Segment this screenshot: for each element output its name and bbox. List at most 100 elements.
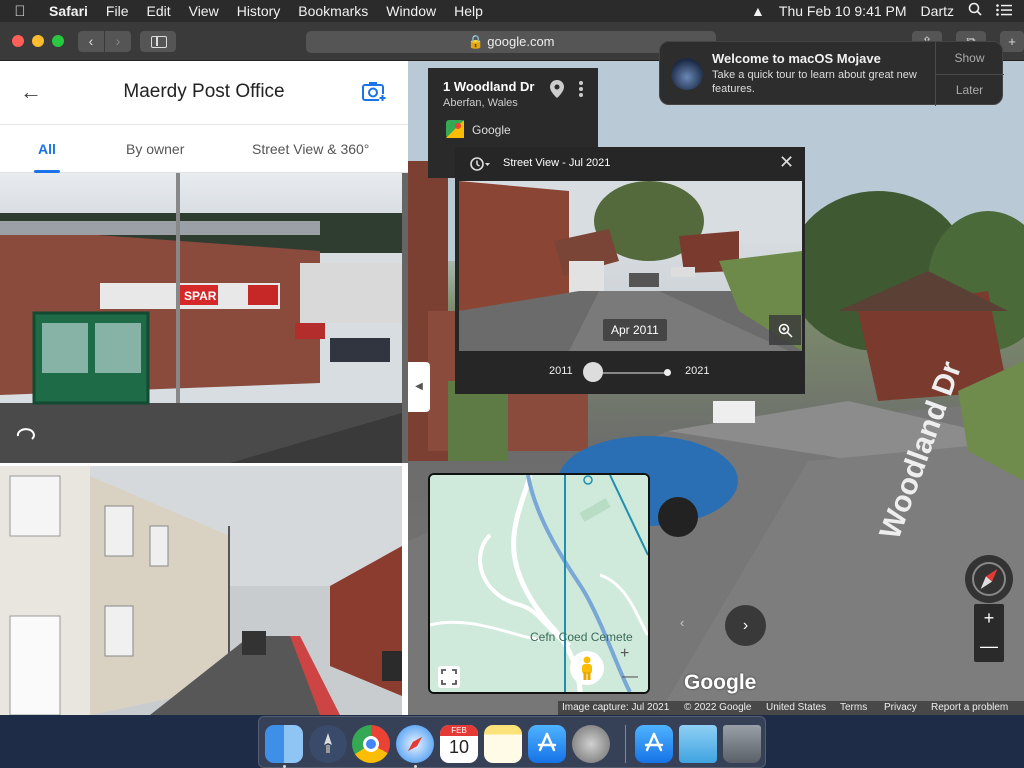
sidebar-toggle-icon[interactable]: [140, 31, 176, 52]
privacy-link[interactable]: Privacy: [884, 702, 917, 713]
time-panel-title: Street View - Jul 2021: [503, 157, 611, 169]
menu-extras: ▲ Thu Feb 10 9:41 PM Dartz: [751, 0, 1024, 22]
tab-all[interactable]: All: [38, 141, 56, 157]
menu-window[interactable]: Window: [377, 0, 445, 22]
close-icon[interactable]: ✕: [779, 152, 794, 173]
address-title[interactable]: 1 Woodland Dr: [443, 79, 534, 94]
notification-show-button[interactable]: Show: [935, 51, 1004, 65]
region-link[interactable]: United States: [766, 702, 826, 713]
finder-icon[interactable]: [265, 725, 303, 763]
menu-datetime[interactable]: Thu Feb 10 9:41 PM: [779, 0, 907, 22]
photo-post-office-storefront[interactable]: SPAR: [0, 173, 402, 463]
airplay-icon[interactable]: ▲: [751, 0, 765, 22]
notification-button-divider: [935, 74, 1004, 75]
collapse-panel-button[interactable]: ◀: [408, 362, 430, 412]
map-footer: Image capture: Jul 2021 © 2022 Google Un…: [558, 701, 1024, 715]
map-zoom-out-button[interactable]: —: [622, 668, 638, 686]
imagery-date-label: Apr 2011: [603, 319, 667, 341]
calendar-icon[interactable]: FEB 10: [440, 725, 478, 763]
menu-history[interactable]: History: [228, 0, 290, 22]
tab-by-owner[interactable]: By owner: [126, 141, 184, 157]
zoom-in-button[interactable]: +: [974, 608, 1004, 629]
address-locality: Aberfan, Wales: [443, 97, 518, 109]
lock-icon: 🔒: [467, 34, 484, 49]
menu-file[interactable]: File: [97, 0, 138, 22]
spar-sign-text: SPAR: [184, 289, 217, 303]
map-place-label[interactable]: Cefn Coed Cemete: [530, 630, 633, 644]
forward-button[interactable]: ›: [105, 31, 131, 52]
zoom-magnifier-icon[interactable]: [769, 315, 801, 345]
chrome-icon-center: [363, 736, 379, 752]
notification-later-button[interactable]: Later: [935, 83, 1004, 97]
storefront-illustration: SPAR: [0, 173, 402, 463]
close-window-button[interactable]: [12, 35, 24, 47]
tab-street-view-360[interactable]: Street View & 360°: [252, 141, 369, 157]
next-arrow-button[interactable]: ›: [725, 605, 766, 646]
menu-view[interactable]: View: [180, 0, 228, 22]
timeline-slider-track[interactable]: [593, 372, 669, 374]
menu-user[interactable]: Dartz: [921, 0, 954, 22]
mojave-notification[interactable]: Welcome to macOS Mojave Take a quick tou…: [659, 41, 1004, 106]
address-bar[interactable]: 🔒 google.com: [306, 31, 716, 53]
back-button[interactable]: ‹: [78, 31, 104, 52]
mini-map[interactable]: Cefn Coed Cemete + —: [428, 473, 650, 694]
app-store-downloads-icon[interactable]: [635, 725, 673, 763]
spotlight-search-icon[interactable]: [968, 0, 982, 22]
google-logo: Google: [684, 671, 757, 694]
historical-imagery-preview[interactable]: Apr 2011: [459, 181, 802, 351]
calendar-day: 10: [448, 737, 470, 757]
google-maps-icon: [446, 120, 464, 138]
more-options-icon[interactable]: [578, 80, 584, 98]
launchpad-icon[interactable]: [309, 725, 347, 763]
place-title: Maerdy Post Office: [123, 81, 285, 102]
app-store-icon[interactable]: [528, 725, 566, 763]
image-capture-date: Image capture: Jul 2021: [562, 702, 670, 713]
menu-app-name[interactable]: Safari: [40, 0, 97, 22]
notes-icon[interactable]: [484, 725, 522, 763]
apple-icon[interactable]: : [0, 3, 40, 20]
fullscreen-map-icon[interactable]: [438, 666, 460, 688]
dock: FEB 10: [258, 716, 766, 768]
macos-mojave-icon: [671, 58, 703, 90]
photos-header: ← Maerdy Post Office: [0, 61, 408, 125]
previous-arrow-icon[interactable]: ‹: [680, 615, 684, 630]
notification-body: Take a quick tour to learn about great n…: [712, 69, 917, 95]
timeline-start-year: 2011: [549, 365, 573, 377]
new-tab-icon[interactable]: +: [1000, 31, 1024, 52]
notification-center-icon[interactable]: [996, 0, 1012, 22]
zoom-out-button[interactable]: —: [974, 636, 1004, 657]
mini-map-roads: [430, 475, 648, 692]
menu-bar:  Safari File Edit View History Bookmark…: [0, 0, 1024, 22]
source-label[interactable]: Google: [472, 123, 511, 137]
downloads-folder-icon[interactable]: [679, 725, 717, 763]
dock-separator: [625, 725, 626, 763]
trash-icon[interactable]: [723, 725, 761, 763]
history-icon[interactable]: [469, 156, 491, 172]
photos-panel: ← Maerdy Post Office All By owner Street…: [0, 61, 408, 715]
photo-tabs: All By owner Street View & 360°: [0, 125, 408, 173]
calendar-month: FEB: [440, 725, 478, 736]
timeline-slider-handle[interactable]: [583, 362, 603, 382]
timeline-current-marker: [664, 369, 671, 376]
compass-icon[interactable]: [965, 555, 1013, 603]
report-problem-link[interactable]: Report a problem: [931, 702, 1008, 713]
fullscreen-window-button[interactable]: [52, 35, 64, 47]
menu-edit[interactable]: Edit: [137, 0, 179, 22]
menu-bookmarks[interactable]: Bookmarks: [289, 0, 377, 22]
street-illustration: [0, 466, 402, 715]
street-view-time-panel: Street View - Jul 2021 ✕ Apr 2011 2011 2…: [455, 147, 805, 394]
address-bar-url: google.com: [487, 34, 555, 49]
map-zoom-in-button[interactable]: +: [620, 645, 629, 663]
add-photo-icon[interactable]: [362, 81, 386, 101]
minimize-window-button[interactable]: [32, 35, 44, 47]
pin-icon[interactable]: [550, 80, 564, 98]
timeline-end-year: 2021: [685, 365, 710, 377]
safari-icon[interactable]: [396, 725, 434, 763]
notification-title: Welcome to macOS Mojave: [712, 51, 881, 66]
terms-link[interactable]: Terms: [840, 702, 867, 713]
menu-help[interactable]: Help: [445, 0, 492, 22]
chrome-icon[interactable]: [352, 725, 390, 763]
pegman-icon[interactable]: [570, 651, 604, 685]
system-preferences-icon[interactable]: [572, 725, 610, 763]
photo-terraced-street[interactable]: [0, 466, 402, 715]
